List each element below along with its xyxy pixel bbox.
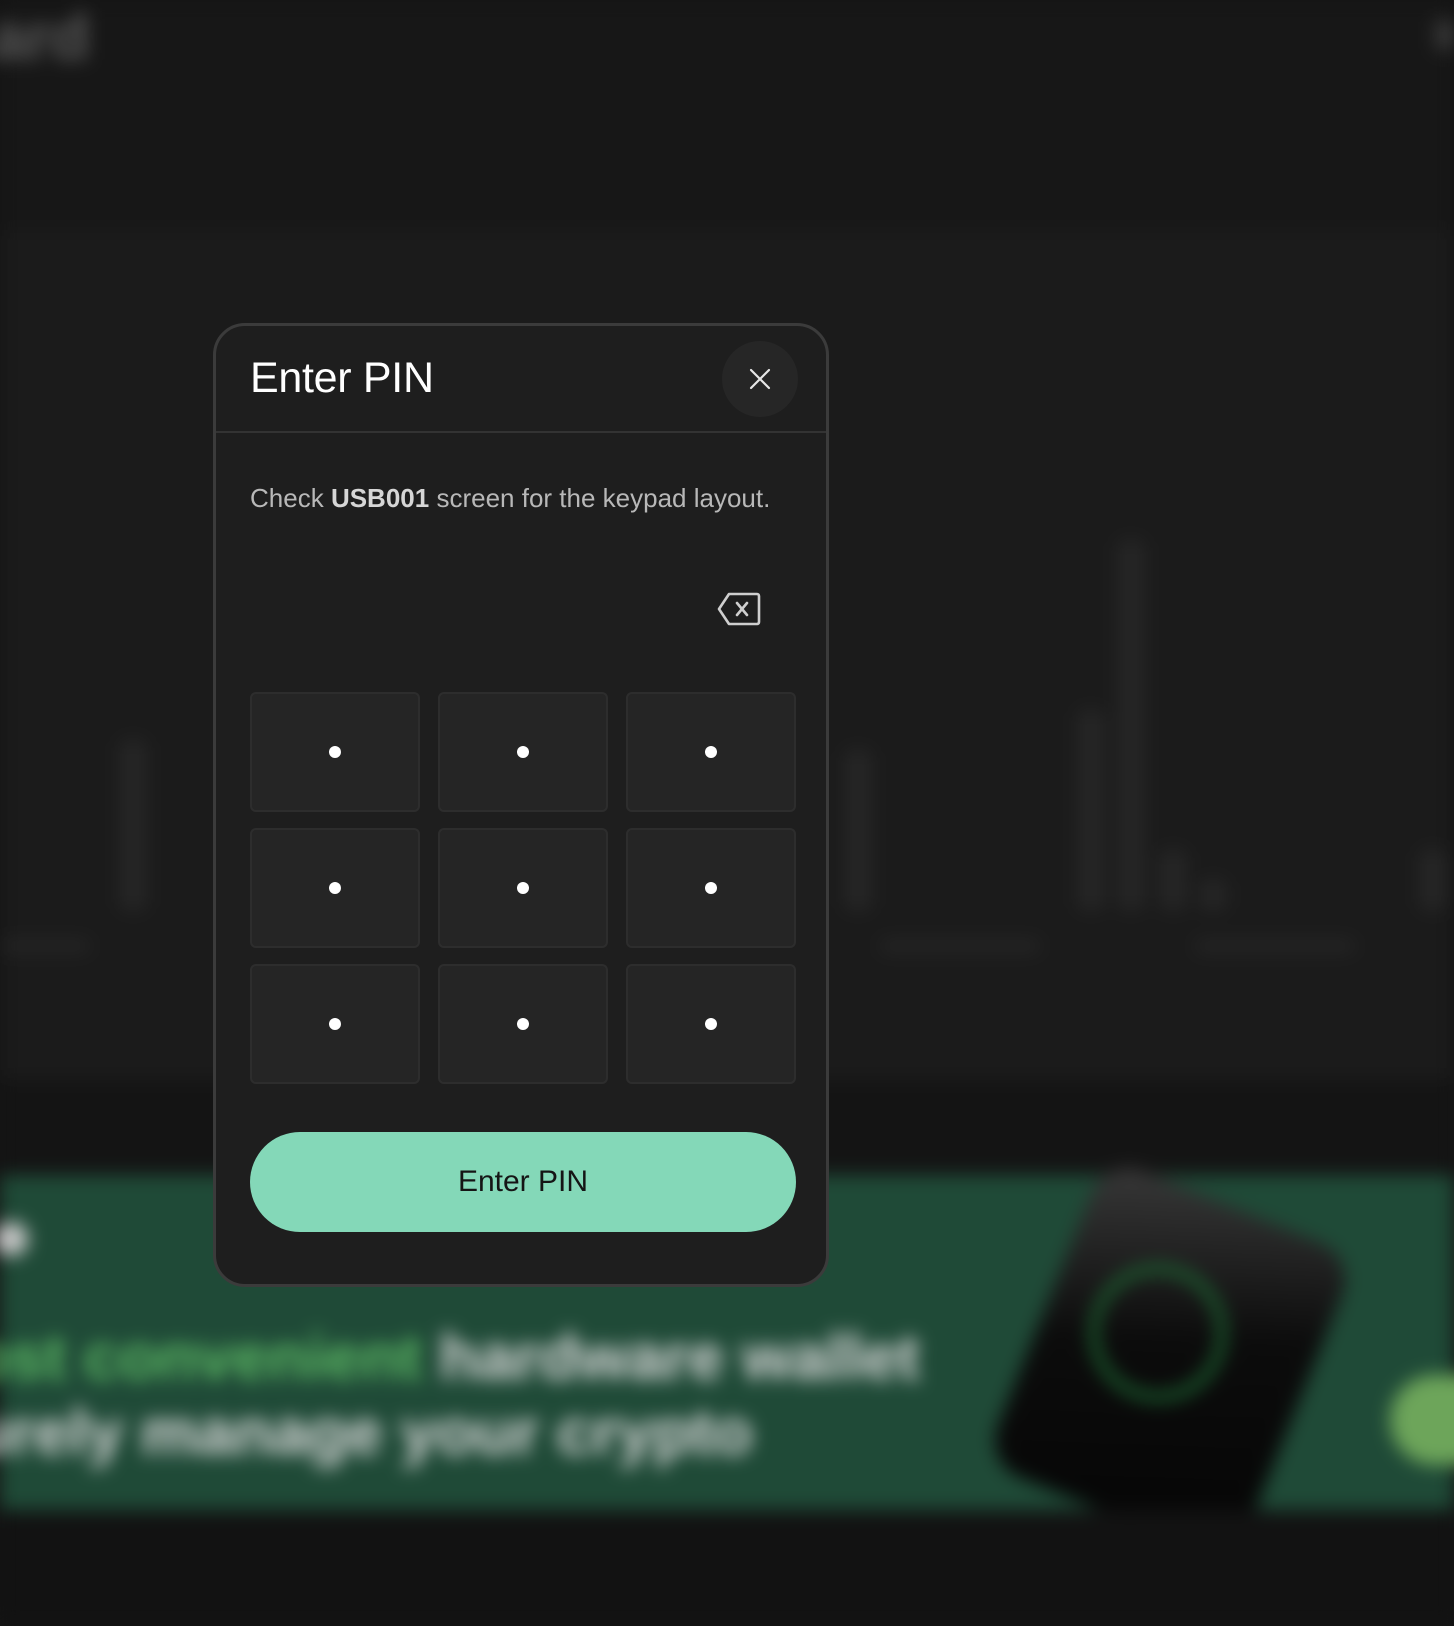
keypad-key[interactable] (626, 964, 796, 1084)
modal-title: Enter PIN (250, 354, 434, 402)
keypad-key[interactable] (250, 692, 420, 812)
app-screen: ard ost convenient hardware wallet urely… (0, 0, 1454, 1626)
keypad-key[interactable] (438, 692, 608, 812)
keypad-key[interactable] (438, 964, 608, 1084)
background-banner-subheadline: urely manage your crypto (0, 1396, 753, 1468)
keypad-key[interactable] (626, 828, 796, 948)
keypad-key[interactable] (626, 692, 796, 812)
device-name: USB001 (330, 483, 430, 513)
background-logo: ard (0, 1, 90, 73)
keypad-dot (517, 882, 529, 894)
enter-pin-modal: Enter PIN Check USB001 screen for the ke… (213, 323, 829, 1287)
background-chart-label (1195, 940, 1355, 952)
keypad-dot (329, 882, 341, 894)
backspace-icon (717, 592, 761, 626)
background-chart-label (0, 940, 90, 952)
keypad-key[interactable] (250, 964, 420, 1084)
keypad-dot (517, 746, 529, 758)
background-chart-bar (845, 750, 871, 910)
background-chart-bar (1160, 850, 1186, 910)
keypad-dot (517, 1018, 529, 1030)
enter-pin-button[interactable]: Enter PIN (250, 1132, 796, 1232)
background-chart-bar (1420, 850, 1446, 910)
instruction-suffix: screen for the keypad layout. (436, 483, 771, 513)
backspace-button[interactable] (714, 588, 764, 630)
keypad-key[interactable] (250, 828, 420, 948)
keypad-dot (705, 1018, 717, 1030)
background-chart-bar (1118, 540, 1144, 910)
background-footer (0, 1510, 1454, 1626)
keypad-dot (329, 746, 341, 758)
background-header-icon (1436, 20, 1454, 50)
keypad-dot (329, 1018, 341, 1030)
close-icon (749, 368, 771, 390)
background-header: ard (0, 0, 1454, 230)
background-banner-headline: ost convenient hardware wallet (0, 1321, 920, 1393)
pin-keypad (250, 692, 796, 1084)
background-chart-bar (120, 740, 146, 910)
background-chart-bar (1078, 710, 1104, 910)
background-chart-label (880, 940, 1040, 952)
instruction-prefix: Check (250, 483, 324, 513)
keypad-key[interactable] (438, 828, 608, 948)
pin-instruction: Check USB001 screen for the keypad layou… (250, 483, 770, 514)
background-device-ring (1090, 1265, 1226, 1401)
keypad-dot (705, 746, 717, 758)
background-chart-bar (1200, 880, 1226, 910)
close-button[interactable] (722, 341, 798, 417)
modal-header: Enter PIN (216, 326, 826, 433)
keypad-dot (705, 882, 717, 894)
